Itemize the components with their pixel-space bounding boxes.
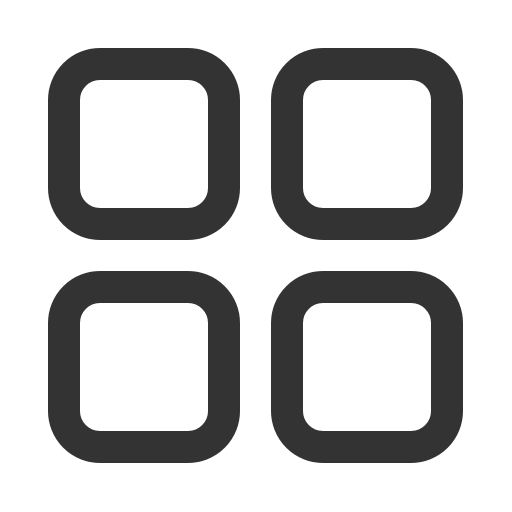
grid-tile-bottom-left bbox=[48, 271, 240, 463]
grid-tile-bottom-right bbox=[271, 271, 463, 463]
grid-tile-top-right bbox=[271, 48, 463, 240]
grid-icon bbox=[48, 48, 463, 463]
icon-canvas bbox=[0, 0, 512, 512]
grid-tile-top-left bbox=[48, 48, 240, 240]
